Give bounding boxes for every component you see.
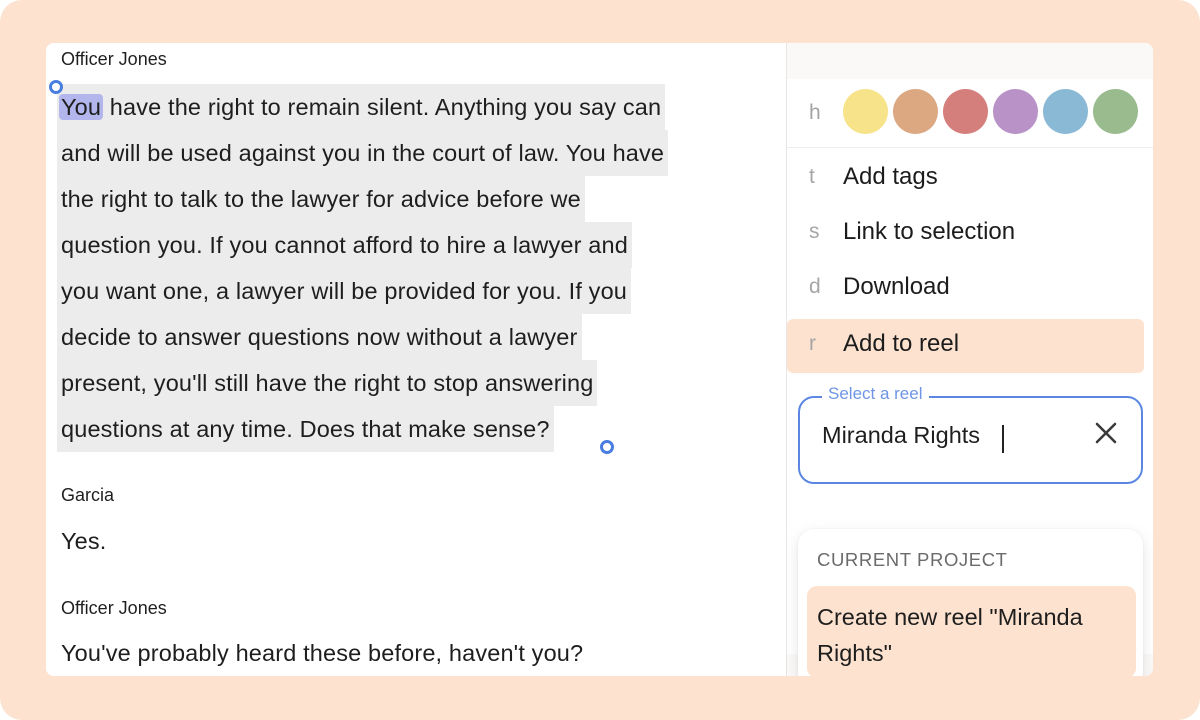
menu-item-add-tags[interactable]: t Add tags (787, 152, 1144, 206)
transcript-line[interactable]: the right to talk to the lawyer for advi… (57, 176, 585, 222)
shortcut-key: s (809, 220, 820, 243)
color-swatch-blue[interactable] (1043, 89, 1088, 134)
transcript-panel: Officer Jones You have the right to rema… (46, 43, 786, 676)
transcript-line[interactable]: question you. If you cannot afford to hi… (57, 222, 632, 268)
selection-context-menu: h t Add tags s Link to selection d Downl… (787, 79, 1153, 676)
transcript-line[interactable]: present, you'll still have the right to … (57, 360, 598, 406)
transcript-line[interactable]: you want one, a lawyer will be provided … (57, 268, 632, 314)
line-text: have the right to remain silent. Anythin… (103, 94, 662, 120)
color-swatch-yellow[interactable] (843, 89, 888, 134)
color-swatch-green[interactable] (1093, 89, 1138, 134)
menu-item-label: Add to reel (843, 330, 960, 357)
speaker-name: Garcia (61, 485, 115, 505)
selection-start-handle[interactable] (49, 80, 63, 94)
menu-item-label: Add tags (843, 163, 938, 190)
app-card: Officer Jones You have the right to rema… (46, 43, 1153, 676)
section-title: CURRENT PROJECT (817, 549, 1008, 570)
text-caret (1002, 425, 1004, 453)
background-frame: Officer Jones You have the right to rema… (0, 0, 1200, 720)
shortcut-key: h (809, 101, 821, 124)
menu-item-label: Link to selection (843, 218, 1016, 245)
color-swatch-red[interactable] (943, 89, 988, 134)
menu-item-link-to-selection[interactable]: s Link to selection (787, 207, 1144, 261)
menu-item-add-to-reel[interactable]: r Add to reel (787, 319, 1144, 373)
shortcut-key: r (809, 332, 816, 355)
sidebar-header (787, 43, 1153, 80)
color-swatch-orange[interactable] (893, 89, 938, 134)
reel-search-input[interactable] (822, 422, 1082, 449)
speaker-name: Officer Jones (61, 598, 167, 618)
transcript-text[interactable]: Yes. (61, 528, 106, 555)
option-label: Create new reel "Miranda Rights" (817, 604, 1083, 666)
selected-word[interactable]: You (59, 94, 104, 120)
create-new-reel-option[interactable]: Create new reel "Miranda Rights" (807, 586, 1136, 676)
selection-end-handle[interactable] (600, 440, 614, 454)
select-reel-field[interactable]: Select a reel (798, 384, 1143, 484)
transcript-line[interactable]: You have the right to remain silent. Any… (57, 84, 666, 130)
shortcut-key: d (809, 275, 821, 298)
reel-dropdown: CURRENT PROJECT Create new reel "Miranda… (798, 529, 1143, 676)
menu-item-download[interactable]: d Download (787, 262, 1144, 316)
transcript-line[interactable]: questions at any time. Does that make se… (57, 406, 554, 452)
transcript-text[interactable]: You've probably heard these before, have… (61, 640, 583, 667)
menu-item-label: Download (843, 273, 950, 300)
color-swatch-purple[interactable] (993, 89, 1038, 134)
transcript-line[interactable]: decide to answer questions now without a… (57, 314, 582, 360)
shortcut-key: t (809, 165, 815, 188)
select-reel-label: Select a reel (822, 384, 929, 404)
clear-icon[interactable] (1093, 420, 1119, 446)
sidebar: h t Add tags s Link to selection d Downl… (786, 43, 1153, 676)
speaker-name: Officer Jones (61, 49, 167, 69)
transcript-line[interactable]: and will be used against you in the cour… (57, 130, 669, 176)
highlight-color-row: h (787, 79, 1153, 148)
